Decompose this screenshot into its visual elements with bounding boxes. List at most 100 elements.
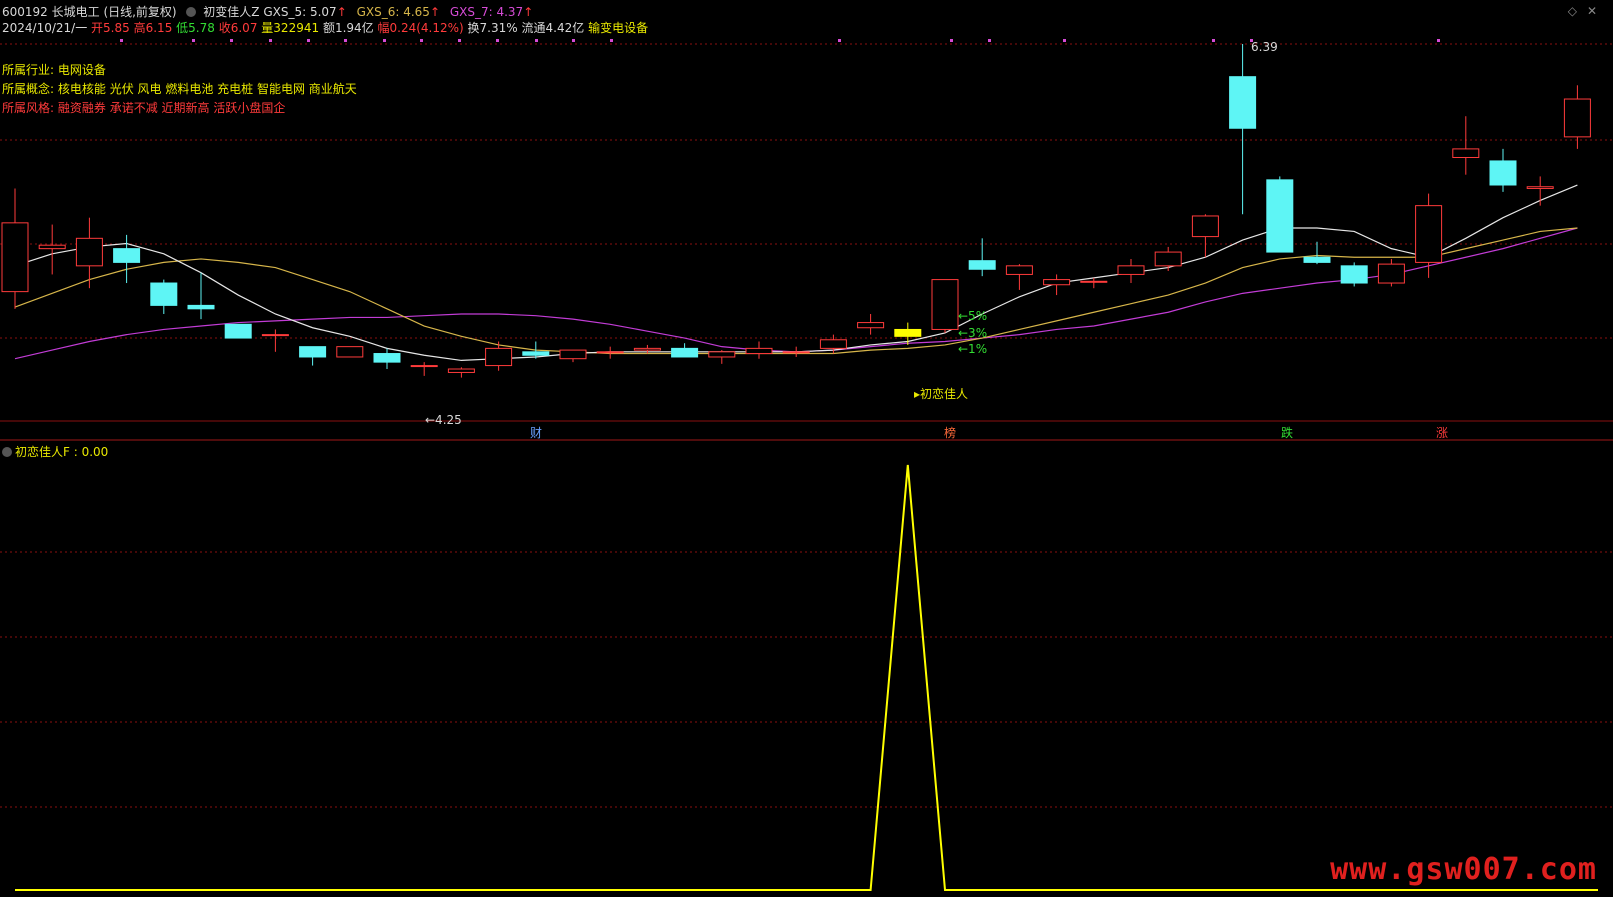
industry-value[interactable]: 电网设备 <box>58 63 106 77</box>
marker-dot <box>230 39 233 42</box>
candle-body <box>113 248 141 263</box>
style-row: 所属风格: 融资融券 承诺不减 近期新高 活跃小盘国企 <box>2 99 285 116</box>
candle-body <box>522 351 550 356</box>
candle-body <box>708 351 736 358</box>
marker-die[interactable]: 跌 <box>1281 424 1293 441</box>
candle-body <box>1229 76 1257 129</box>
header-row-1: 600192 长城电工 (日线,前复权) 初变佳人Z GXS_5: 5.07↑ … <box>2 3 533 20</box>
high-price-marker: 6.39 <box>1251 40 1278 54</box>
marker-dot <box>496 39 499 42</box>
candle-body <box>968 260 996 270</box>
stock-title: 600192 长城电工 (日线,前复权) <box>2 5 177 19</box>
marker-dot <box>572 39 575 42</box>
marker-dot <box>1437 39 1440 42</box>
candle-body <box>857 322 885 329</box>
marker-dot <box>344 39 347 42</box>
candle-body <box>782 351 810 354</box>
candle-body <box>1563 98 1591 138</box>
candle-body <box>1415 205 1443 263</box>
candle-body <box>1266 179 1294 253</box>
candle-body <box>373 353 401 363</box>
style-value[interactable]: 融资融券 承诺不减 近期新高 活跃小盘国企 <box>58 101 285 115</box>
gxs7-value: GXS_7: 4.37 <box>449 5 524 19</box>
watermark: www.gsw007.com <box>1330 852 1597 887</box>
marker-dot <box>120 39 123 42</box>
candle-body <box>447 368 475 373</box>
volume-value: 量322941 <box>261 21 320 35</box>
sub-formula-icon[interactable] <box>2 447 12 457</box>
marker-dot <box>950 39 953 42</box>
marker-dot <box>838 39 841 42</box>
candle-body <box>224 323 252 339</box>
date-value: 2024/10/21/一 <box>2 21 88 35</box>
marker-dot <box>535 39 538 42</box>
formula-name[interactable]: 初变佳人Z <box>203 5 259 19</box>
candle-body <box>596 351 624 354</box>
concept-value[interactable]: 核电核能 光伏 风电 燃料电池 充电桩 智能电网 商业航天 <box>58 82 357 96</box>
candle-body <box>633 347 661 351</box>
gxs5-arrow-icon: ↑ <box>336 5 347 19</box>
grid-lines <box>0 39 1613 808</box>
candle-body <box>931 279 959 330</box>
signal-label: ▸初恋佳人 <box>914 387 969 401</box>
close-icon[interactable]: ✕ <box>1587 4 1597 18</box>
indicator-line <box>15 464 1598 891</box>
candle-body <box>1191 215 1219 238</box>
pct3-marker: ←3% <box>958 326 988 340</box>
candle-body <box>1377 263 1405 284</box>
marker-dot <box>988 39 991 42</box>
candle-body <box>819 339 847 349</box>
candle-body <box>261 334 289 337</box>
pct5-marker: ←5% <box>958 309 988 323</box>
candle-body <box>559 349 587 360</box>
marker-bang[interactable]: 榜 <box>944 424 956 441</box>
marker-zhang[interactable]: 涨 <box>1436 424 1448 441</box>
gxs7-arrow-icon: ↑ <box>523 5 534 19</box>
candle-body <box>187 304 215 310</box>
candle-body <box>410 365 438 368</box>
marker-dot <box>420 39 423 42</box>
candle-body <box>671 347 699 358</box>
low-value: 低5.78 <box>176 21 215 35</box>
candle-body <box>745 347 773 355</box>
sub-indicator-label[interactable]: 初恋佳人F : 0.00 <box>15 445 108 459</box>
marker-dot <box>192 39 195 42</box>
header-row-2: 2024/10/21/一 开5.85 高6.15 低5.78 收6.07 量32… <box>2 19 648 36</box>
concept-label: 所属概念: <box>2 82 55 96</box>
close-value: 收6.07 <box>218 21 258 35</box>
low-price-marker: ←4.25 <box>425 413 462 427</box>
amount-value: 额1.94亿 <box>322 21 374 35</box>
open-value: 开5.85 <box>91 21 130 35</box>
change-value: 幅0.24(4.12%) <box>377 21 464 35</box>
candle-body <box>38 244 66 250</box>
ma7-line <box>14 227 1578 360</box>
chart-canvas <box>0 39 1613 891</box>
candle-body <box>1117 265 1145 275</box>
pct1-marker: ←1% <box>958 342 988 356</box>
candle-body <box>1005 265 1033 275</box>
marker-cai[interactable]: 财 <box>530 424 542 441</box>
sub-panel-header: 初恋佳人F : 0.00 <box>2 443 108 460</box>
float-value: 流通4.42亿 <box>521 21 585 35</box>
candle-body <box>1043 279 1071 286</box>
marker-dot <box>1212 39 1215 42</box>
candle-body <box>894 328 922 337</box>
candle-body <box>1489 160 1517 186</box>
sector-tag[interactable]: 输变电设备 <box>588 21 648 35</box>
marker-dot <box>610 39 613 42</box>
candle-body <box>485 347 513 367</box>
industry-row: 所属行业: 电网设备 <box>2 61 106 78</box>
high-value: 高6.15 <box>133 21 173 35</box>
diamond-icon[interactable]: ◇ <box>1568 4 1577 18</box>
candle-body <box>299 346 327 358</box>
gxs5-value: GXS_5: 5.07 <box>263 5 337 19</box>
industry-label: 所属行业: <box>2 63 55 77</box>
candle-body <box>1526 186 1554 189</box>
candle-body <box>1303 256 1331 263</box>
candle-body <box>1452 148 1480 158</box>
formula-icon[interactable] <box>186 7 197 17</box>
candle-body <box>1080 280 1108 283</box>
ma7-path <box>14 227 1578 360</box>
turnover-value: 换7.31% <box>467 21 518 35</box>
candle-body <box>1154 251 1182 267</box>
